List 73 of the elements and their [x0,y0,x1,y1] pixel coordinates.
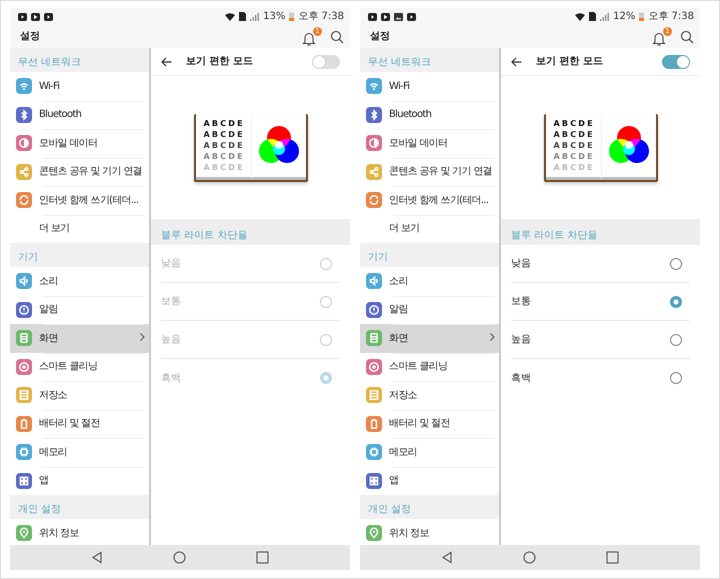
back-icon[interactable] [91,551,103,564]
battery-icon [289,12,294,21]
radio-button[interactable] [320,296,332,308]
section-header: 기기 [360,243,499,267]
play-icon [381,12,390,20]
video-icon [407,12,416,20]
recents-icon[interactable] [256,551,269,564]
battery-percentage: 13% [263,10,286,24]
image-icon [394,12,403,20]
wifi-icon [575,12,586,20]
clock-time: 오후 7:38 [298,10,344,24]
panel-title: 보기 편한 모드 [186,55,253,69]
panel-title: 보기 편한 모드 [536,55,603,69]
toggle-switch[interactable] [312,54,340,68]
sim-card-icon [589,12,596,21]
radio-button[interactable] [320,258,332,270]
chevron-icon [140,333,145,341]
home-icon[interactable] [173,551,186,564]
battery-icon [639,12,644,21]
signal-icon [250,12,260,20]
recents-icon[interactable] [606,551,619,564]
radio-button[interactable] [670,296,682,308]
color-circles-icon [256,125,300,165]
chevron-icon [490,333,495,341]
radio-button[interactable] [320,334,332,346]
option-label[interactable]: 흑백 [511,370,531,386]
chart-text-line: ABCDE [554,128,596,140]
section-header: 무선 네트워크 [360,48,499,72]
home-icon[interactable] [523,551,536,564]
color-circles-icon [606,125,650,165]
wifi-icon [225,12,236,20]
toggle-switch[interactable] [662,54,690,68]
search-icon[interactable] [330,30,344,44]
option-label[interactable]: 낮음 [511,256,531,271]
chart-text-line: ABCDE [554,118,596,128]
chart-text-line: ABCDE [554,162,596,172]
chart-text-line: ABCDE [204,162,246,172]
radio-button[interactable] [320,372,332,384]
radio-button[interactable] [670,334,682,346]
chart-text-line: ABCDE [204,140,246,150]
chart-text-line: ABCDE [204,118,246,128]
sidebar-item[interactable]: 화면 [360,324,499,352]
video-icon [44,12,53,20]
back-icon[interactable] [441,551,453,564]
section-header: 기기 [10,243,149,267]
video-icon [18,12,27,20]
sidebar-item[interactable]: 화면 [10,324,149,352]
chart-text-line: ABCDE [554,140,596,150]
search-icon[interactable] [680,30,694,44]
chart-text-line: ABCDE [204,150,246,162]
back-arrow-icon[interactable] [161,56,172,66]
video-icon [368,12,377,20]
clock-time: 오후 7:38 [648,10,694,24]
option-label[interactable]: 보통 [511,294,531,309]
play-icon [31,12,40,20]
chart-text-line: ABCDE [554,150,596,162]
section-header: 무선 네트워크 [10,48,149,72]
bell-icon [302,31,316,46]
signal-icon [600,12,610,20]
app-title: 설정 [20,30,40,44]
sim-card-icon [239,12,246,21]
radio-button[interactable] [670,258,682,270]
chart-text-line: ABCDE [204,128,246,140]
back-arrow-icon[interactable] [511,56,522,66]
section-header: 개인 설정 [360,495,499,519]
option-label[interactable]: 높음 [511,332,531,347]
radio-button[interactable] [670,372,682,384]
section-header: 개인 설정 [10,495,149,519]
app-title: 설정 [370,30,390,44]
section-header: 블루 라이트 차단율 [501,219,700,245]
section-header: 블루 라이트 차단율 [151,219,350,245]
battery-percentage: 12% [613,10,636,24]
bell-icon [652,31,666,46]
